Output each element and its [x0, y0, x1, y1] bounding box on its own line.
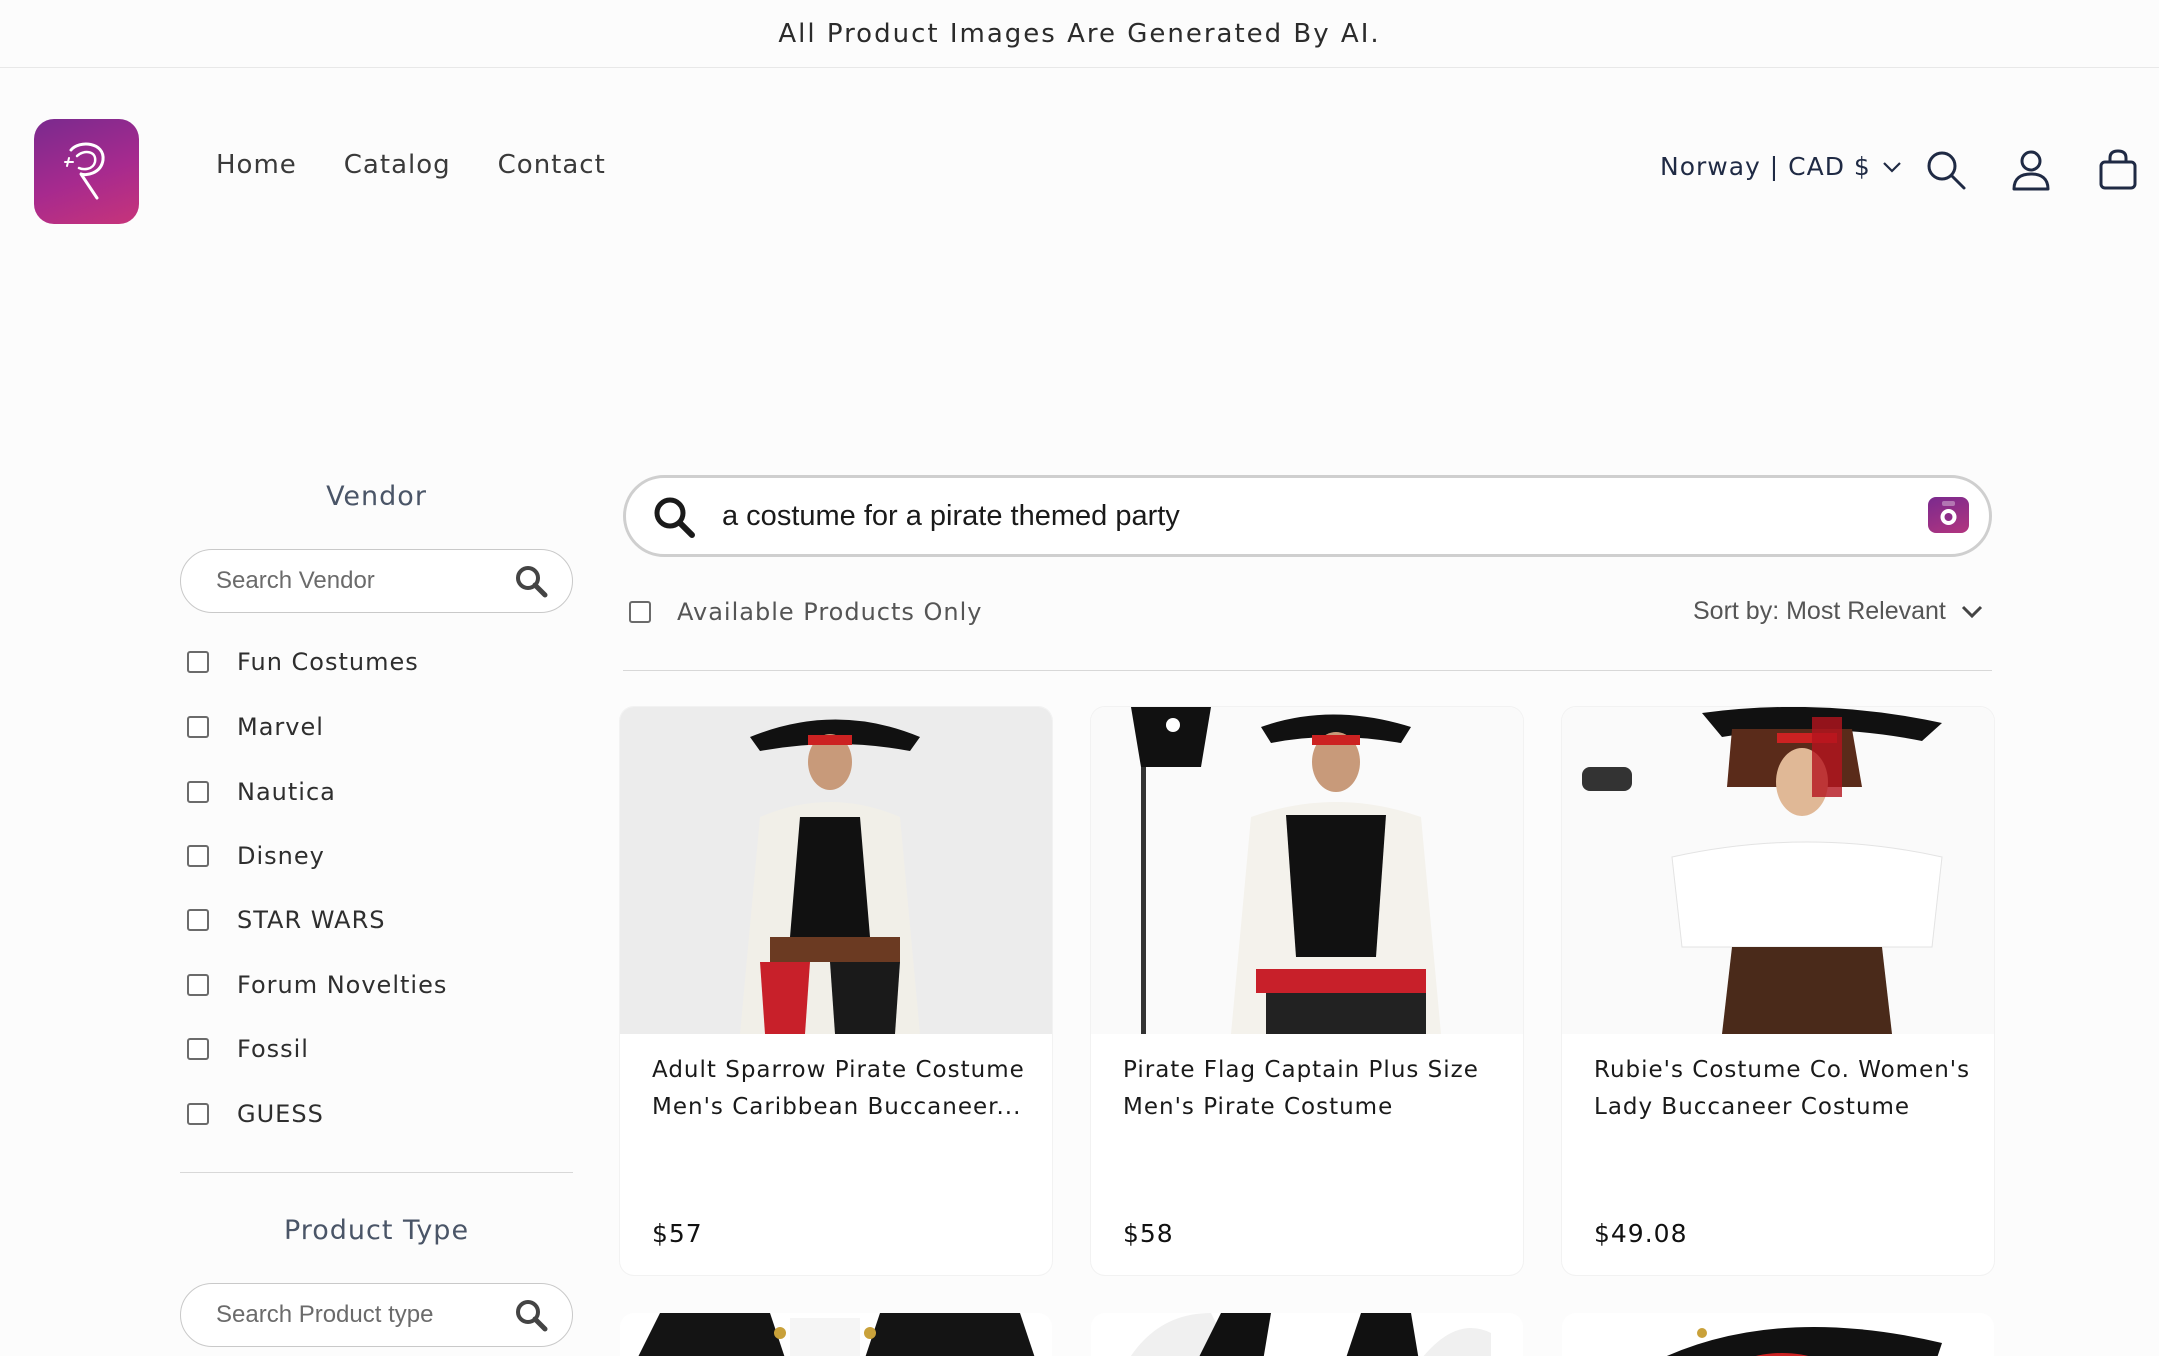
vendor-option-label: Marvel: [237, 713, 324, 741]
product-card-partial[interactable]: [620, 1313, 1052, 1356]
available-only-filter[interactable]: Available Products Only: [629, 598, 983, 626]
cart-icon[interactable]: [2096, 148, 2140, 192]
product-image[interactable]: [1091, 1313, 1523, 1356]
announcement-text: All Product Images Are Generated By AI.: [778, 18, 1381, 49]
vendor-option[interactable]: Fun Costumes: [187, 647, 419, 677]
checkbox[interactable]: [187, 1103, 209, 1125]
nav-catalog[interactable]: Catalog: [344, 150, 451, 180]
checkbox[interactable]: [187, 974, 209, 996]
vendor-option-label: STAR WARS: [237, 906, 386, 934]
camera-icon[interactable]: [1928, 497, 1969, 533]
checkbox[interactable]: [187, 716, 209, 738]
search-icon[interactable]: [514, 564, 548, 598]
announcement-bar: All Product Images Are Generated By AI.: [0, 0, 2159, 68]
account-icon[interactable]: [2009, 148, 2053, 192]
sort-dropdown[interactable]: Sort by: Most Relevant: [1693, 597, 1984, 626]
product-price: $57: [652, 1219, 703, 1248]
product-title[interactable]: Adult Sparrow Pirate Costume Men's Carib…: [652, 1052, 1032, 1126]
vendor-option[interactable]: Forum Novelties: [187, 970, 447, 1000]
product-card[interactable]: Adult Sparrow Pirate Costume Men's Carib…: [620, 707, 1052, 1275]
toolbar-divider: [623, 670, 1992, 671]
nav-contact[interactable]: Contact: [498, 150, 606, 180]
product-image[interactable]: [620, 707, 1052, 1034]
locale-selector[interactable]: Norway | CAD $: [1660, 152, 1903, 181]
vendor-option-label: Fun Costumes: [237, 648, 419, 676]
available-only-label: Available Products Only: [677, 598, 983, 626]
vendor-option-label: Fossil: [237, 1035, 309, 1063]
product-price: $58: [1123, 1219, 1174, 1248]
checkbox[interactable]: [187, 651, 209, 673]
product-card-partial[interactable]: [1091, 1313, 1523, 1356]
sort-label: Sort by: Most Relevant: [1693, 597, 1946, 625]
checkbox[interactable]: [187, 845, 209, 867]
main-search-input[interactable]: [722, 478, 1872, 554]
product-card[interactable]: Rubie's Costume Co. Women's Lady Buccane…: [1562, 707, 1994, 1275]
product-image[interactable]: [620, 1313, 1052, 1356]
product-image[interactable]: [1562, 1313, 1994, 1356]
main-nav: Home Catalog Contact: [216, 150, 606, 180]
checkbox[interactable]: [187, 909, 209, 931]
vendor-facet-title: Vendor: [326, 481, 427, 512]
store-logo[interactable]: [34, 119, 139, 224]
product-card-partial[interactable]: [1562, 1313, 1994, 1356]
vendor-option-label: Nautica: [237, 778, 336, 806]
product-title[interactable]: Rubie's Costume Co. Women's Lady Buccane…: [1594, 1052, 1974, 1126]
vendor-option-label: GUESS: [237, 1100, 324, 1128]
vendor-option-label: Forum Novelties: [237, 971, 448, 999]
product-type-search-field: [180, 1283, 573, 1347]
product-price: $49.08: [1594, 1219, 1688, 1248]
product-title[interactable]: Pirate Flag Captain Plus Size Men's Pira…: [1123, 1052, 1503, 1126]
checkbox[interactable]: [187, 781, 209, 803]
facet-divider: [180, 1172, 573, 1173]
search-icon[interactable]: [514, 1298, 548, 1332]
vendor-option[interactable]: Marvel: [187, 712, 324, 742]
vendor-option[interactable]: Nautica: [187, 777, 336, 807]
checkbox[interactable]: [629, 601, 651, 623]
vendor-search-input[interactable]: [216, 550, 496, 612]
product-card[interactable]: Pirate Flag Captain Plus Size Men's Pira…: [1091, 707, 1523, 1275]
product-type-search-input[interactable]: [216, 1284, 496, 1346]
vendor-option[interactable]: Disney: [187, 841, 325, 871]
main-search-bar: [623, 475, 1992, 557]
product-image[interactable]: [1091, 707, 1523, 1034]
vendor-option[interactable]: STAR WARS: [187, 905, 386, 935]
product-type-facet-title: Product Type: [283, 1215, 470, 1246]
search-icon[interactable]: [651, 494, 697, 540]
product-image[interactable]: [1562, 707, 1994, 1034]
chevron-down-icon: [1961, 605, 1982, 618]
chevron-down-icon: [1883, 161, 1901, 173]
vendor-search-field: [180, 549, 573, 613]
camera-glyph-icon: [1940, 501, 1957, 525]
logo-mark-icon: [63, 142, 105, 199]
checkbox[interactable]: [187, 1038, 209, 1060]
locale-label: Norway | CAD $: [1660, 152, 1871, 181]
nav-home[interactable]: Home: [216, 150, 297, 180]
vendor-option[interactable]: Fossil: [187, 1034, 309, 1064]
search-icon[interactable]: [1924, 148, 1968, 192]
vendor-option-label: Disney: [237, 842, 325, 870]
vendor-option[interactable]: GUESS: [187, 1099, 324, 1129]
